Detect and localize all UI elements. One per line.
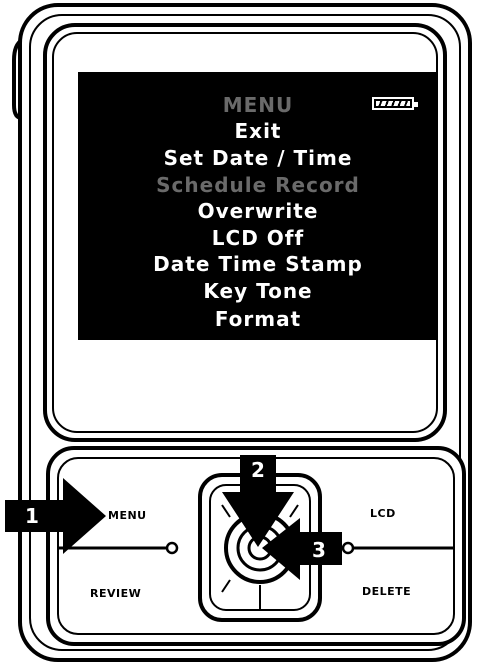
menu-indicator-dot: [165, 541, 179, 555]
callout-number-1: 1: [25, 504, 39, 528]
lcd-button[interactable]: LCD: [370, 507, 396, 520]
callout-number-2: 2: [251, 458, 265, 482]
review-button[interactable]: REVIEW: [90, 587, 141, 600]
lcd-indicator-dot: [341, 541, 355, 555]
menu-item-set-date-time[interactable]: Set Date / Time: [78, 148, 438, 168]
menu-item-date-time-stamp[interactable]: Date Time Stamp: [78, 254, 438, 274]
menu-item-lcd-off[interactable]: LCD Off: [78, 228, 438, 248]
menu-item-exit[interactable]: Exit: [78, 121, 438, 141]
callout-number-3: 3: [312, 538, 326, 562]
menu-item-format[interactable]: Format: [78, 309, 438, 329]
menu-item-key-tone[interactable]: Key Tone: [78, 281, 438, 301]
delete-button[interactable]: DELETE: [362, 585, 411, 598]
menu-button[interactable]: MENU: [108, 509, 147, 522]
menu-item-schedule-record[interactable]: Schedule Record: [78, 175, 438, 195]
menu-item-overwrite[interactable]: Overwrite: [78, 201, 438, 221]
battery-full-icon: [372, 97, 418, 110]
